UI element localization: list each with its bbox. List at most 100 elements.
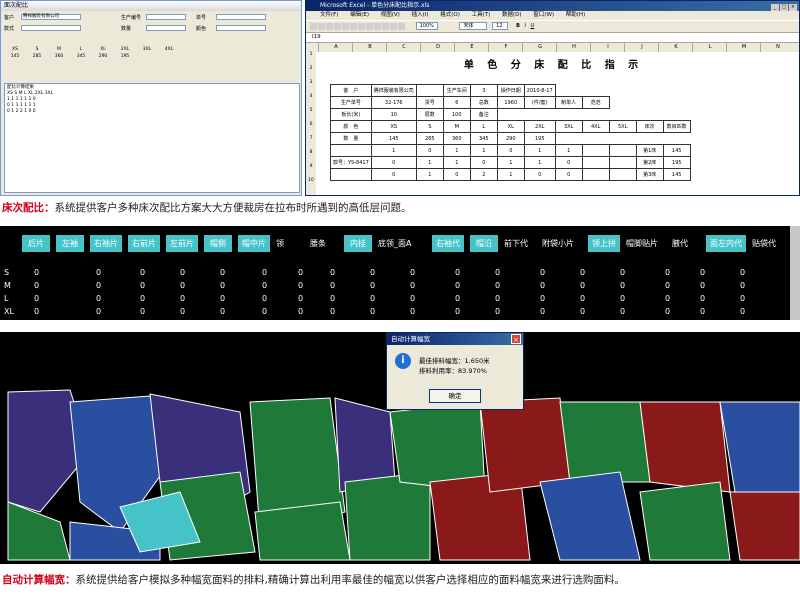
table-cell[interactable]: 客 户	[330, 84, 372, 97]
undo-icon[interactable]	[374, 23, 381, 30]
table-cell[interactable]: S	[415, 120, 444, 133]
piece-header[interactable]: 右袖代	[432, 235, 464, 252]
count-cell[interactable]: 0	[580, 281, 585, 290]
table-cell[interactable]: 数 量	[330, 132, 372, 145]
count-cell[interactable]: 0	[580, 268, 585, 277]
table-cell[interactable]: 290	[496, 132, 525, 145]
count-cell[interactable]: 0	[370, 294, 375, 303]
count-cell[interactable]: 0	[96, 307, 101, 316]
style-field[interactable]	[21, 25, 81, 31]
count-cell[interactable]: 0	[665, 294, 670, 303]
count-cell[interactable]: 0	[620, 294, 625, 303]
count-cell[interactable]: 0	[370, 307, 375, 316]
piece-header[interactable]: 后片	[22, 235, 50, 252]
menu-file[interactable]: 文件(F)	[320, 12, 338, 18]
table-cell[interactable]: 100	[442, 108, 471, 121]
count-cell[interactable]: 0	[330, 281, 335, 290]
table-cell[interactable]: 0	[554, 156, 583, 169]
menu-help[interactable]: 帮助(H)	[566, 12, 585, 18]
marker-layout-canvas[interactable]: 自动计算幅宽 × i 最佳排料幅宽：1.650米 排料利用率：83.970% 确…	[0, 332, 800, 564]
count-cell[interactable]: 0	[580, 294, 585, 303]
count-cell[interactable]: 0	[540, 307, 545, 316]
table-cell[interactable]: 款号：YS-8417	[330, 156, 372, 169]
count-cell[interactable]: 0	[455, 307, 460, 316]
table-cell[interactable]: 4XL	[581, 120, 610, 133]
count-cell[interactable]: 0	[220, 281, 225, 290]
piece-header[interactable]: 底领_面A	[378, 235, 426, 252]
table-cell[interactable]	[581, 144, 610, 157]
table-cell[interactable]: 2	[469, 168, 498, 181]
table-cell[interactable]: 0	[496, 144, 525, 157]
table-cell[interactable]: 腾祥服装有限公司	[370, 84, 417, 97]
table-cell[interactable]: 范范	[581, 96, 610, 109]
piece-header[interactable]: 右袖片	[90, 235, 122, 252]
piece-header[interactable]: 附袋小片	[542, 235, 582, 252]
table-cell[interactable]: 备注	[469, 108, 498, 121]
count-cell[interactable]: 0	[262, 294, 267, 303]
table-cell[interactable]	[608, 144, 637, 157]
count-cell[interactable]: 0	[580, 307, 585, 316]
count-cell[interactable]: 0	[262, 281, 267, 290]
count-cell[interactable]: 0	[455, 268, 460, 277]
count-cell[interactable]: 0	[96, 294, 101, 303]
table-cell[interactable]: 0	[370, 168, 417, 181]
piece-header[interactable]: 右前片	[128, 235, 160, 252]
menu-window[interactable]: 窗口(W)	[533, 12, 554, 18]
table-cell[interactable]: 颜 色	[330, 120, 372, 133]
table-cell[interactable]: 生产车间	[442, 84, 471, 97]
close-icon[interactable]: ×	[789, 4, 797, 11]
count-cell[interactable]: 0	[220, 294, 225, 303]
preview-icon[interactable]	[342, 23, 349, 30]
table-cell[interactable]: 第3床	[635, 168, 664, 181]
piece-header[interactable]: 帽侧	[204, 235, 232, 252]
marker-piece[interactable]	[254, 501, 351, 561]
table-cell[interactable]: 2010-8-17	[523, 84, 556, 97]
count-cell[interactable]: 0	[220, 307, 225, 316]
count-cell[interactable]: 0	[665, 307, 670, 316]
table-cell[interactable]: 1	[523, 156, 556, 169]
table-cell[interactable]	[608, 156, 637, 169]
table-cell[interactable]: 0	[415, 144, 444, 157]
marker-piece[interactable]	[539, 471, 641, 561]
table-cell[interactable]: 1	[469, 144, 498, 157]
table-cell[interactable]: 0	[442, 168, 471, 181]
sort-icon[interactable]	[398, 23, 405, 30]
count-cell[interactable]: 0	[620, 268, 625, 277]
table-cell[interactable]: 0	[370, 156, 417, 169]
table-cell[interactable]: 总数	[469, 96, 498, 109]
count-cell[interactable]: 0	[34, 268, 39, 277]
table-cell[interactable]: 1	[554, 144, 583, 157]
table-cell[interactable]: XL	[496, 120, 525, 133]
copy-icon[interactable]	[358, 23, 365, 30]
count-cell[interactable]: 0	[700, 268, 705, 277]
sum-icon[interactable]	[390, 23, 397, 30]
table-cell[interactable]: 1	[442, 144, 471, 157]
table-cell[interactable]: 床次	[635, 120, 664, 133]
table-cell[interactable]: 195	[662, 156, 691, 169]
open-icon[interactable]	[318, 23, 325, 30]
cut-icon[interactable]	[350, 23, 357, 30]
table-cell[interactable]: 285	[415, 132, 444, 145]
count-cell[interactable]: 0	[220, 268, 225, 277]
table-cell[interactable]: 第1床	[635, 144, 664, 157]
table-cell[interactable]: 345	[469, 132, 498, 145]
count-cell[interactable]: 0	[410, 307, 415, 316]
zoom-select[interactable]: 100%	[415, 22, 438, 30]
count-cell[interactable]: 0	[410, 268, 415, 277]
count-cell[interactable]: 0	[700, 281, 705, 290]
result-list[interactable]: 配比计算结果 XS S M L XL 2XL 3XL 1 1 1 1 1 1 0…	[4, 83, 300, 193]
piece-header[interactable]: 前下代	[504, 235, 536, 252]
minimize-icon[interactable]: _	[771, 4, 779, 11]
table-cell[interactable]	[330, 144, 372, 157]
marker-piece[interactable]	[729, 491, 800, 561]
table-cell[interactable]	[330, 168, 372, 181]
piece-header[interactable]: 左袖	[56, 235, 84, 252]
piece-header[interactable]: 腰条	[310, 235, 338, 252]
table-cell[interactable]: 第2床	[635, 156, 664, 169]
piece-header[interactable]: 领上拼	[588, 235, 620, 252]
table-cell[interactable]: XS	[370, 120, 417, 133]
table-cell[interactable]: 1	[523, 144, 556, 157]
save-icon[interactable]	[326, 23, 333, 30]
count-cell[interactable]: 0	[495, 281, 500, 290]
size-value[interactable]: 145	[4, 54, 26, 59]
